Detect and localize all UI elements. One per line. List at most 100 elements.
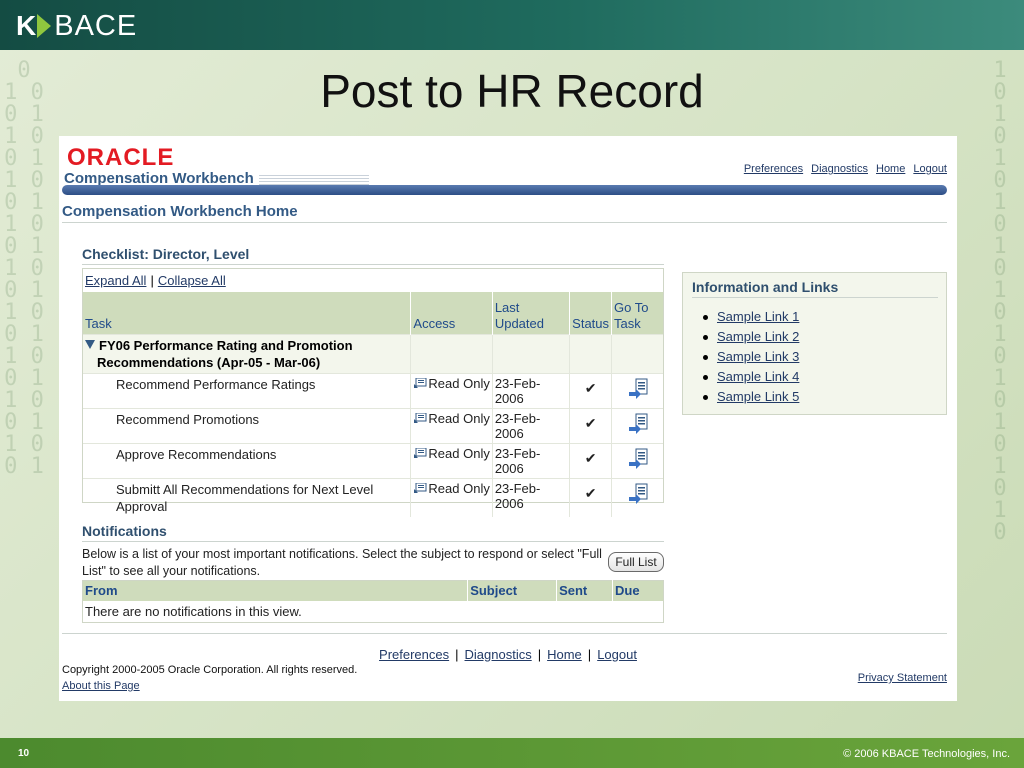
slide-title: Post to HR Record <box>320 65 704 117</box>
logo-arrow-icon <box>37 14 52 38</box>
list-item: Sample Link 1 <box>702 307 799 327</box>
table-row: Submitt All Recommendations for Next Lev… <box>83 477 663 517</box>
collapse-all-link[interactable]: Collapse All <box>158 273 226 288</box>
checklist-table: Task Access Last Updated Status Go To Task… <box>83 292 663 517</box>
access-cell: Read Only <box>410 407 493 443</box>
information-links-box: Information and Links Sample Link 1 Samp… <box>682 272 947 415</box>
checklist-table-region: Expand All | Collapse All Task Access La… <box>82 268 664 517</box>
sample-link-1[interactable]: Sample Link 1 <box>717 309 799 324</box>
goto-task-cell <box>611 442 663 478</box>
read-only-icon <box>414 482 427 493</box>
access-cell: Read Only <box>410 442 493 478</box>
last-updated-value: 23-Feb-2006 <box>491 407 570 443</box>
goto-line1: Go To <box>614 299 649 315</box>
goto-task-cell <box>611 407 663 443</box>
app-screenshot-panel: ORACLE Compensation Workbench Preference… <box>59 136 957 701</box>
read-only-icon <box>414 377 427 388</box>
empty-cell <box>569 333 612 373</box>
goto-task-icon[interactable] <box>627 378 649 400</box>
global-link-diagnostics[interactable]: Diagnostics <box>811 163 868 175</box>
slide-copyright: © 2006 KBACE Technologies, Inc. <box>843 748 1010 760</box>
goto-task-icon[interactable] <box>627 483 649 505</box>
column-header-task: Task <box>83 292 411 334</box>
access-value: Read Only <box>428 375 490 391</box>
expand-all-link[interactable]: Expand All <box>85 273 146 288</box>
last-updated-line1: Last <box>494 299 520 315</box>
table-row: Recommend Promotions Read Only 23-Feb-20… <box>83 407 663 443</box>
goto-task-cell <box>611 372 663 408</box>
column-header-due[interactable]: Due <box>612 580 664 601</box>
slide-footer-bar: 10 © 2006 KBACE Technologies, Inc. <box>0 738 1024 768</box>
slide-header-bar: K BACE <box>0 0 1024 50</box>
access-cell: Read Only <box>410 477 493 517</box>
sample-link-2[interactable]: Sample Link 2 <box>717 329 799 344</box>
empty-cell <box>611 333 663 373</box>
branding-stripe <box>259 173 369 185</box>
brand-bar <box>62 185 947 195</box>
footer-link-preferences[interactable]: Preferences <box>379 647 449 662</box>
last-updated-line2: Updated <box>494 315 544 331</box>
logo-wordmark: BACE <box>54 10 138 42</box>
table-header-row: Task Access Last Updated Status Go To Task <box>83 292 663 334</box>
logo-letter-k: K <box>16 10 37 41</box>
last-updated-value: 23-Feb-2006 <box>491 477 570 517</box>
footer-link-logout[interactable]: Logout <box>597 647 637 662</box>
checklist-title: Checklist: Director, Level <box>82 246 250 262</box>
column-header-access: Access <box>410 292 493 334</box>
status-checkmark-icon: ✔ <box>569 407 612 443</box>
status-checkmark-icon: ✔ <box>569 442 612 478</box>
full-list-button[interactable]: Full List <box>608 552 664 572</box>
footer-link-diagnostics[interactable]: Diagnostics <box>465 647 532 662</box>
sample-link-5[interactable]: Sample Link 5 <box>717 389 799 404</box>
privacy-statement-link[interactable]: Privacy Statement <box>858 672 947 684</box>
list-item: Sample Link 2 <box>702 327 799 347</box>
expand-collapse-row: Expand All | Collapse All <box>83 269 663 292</box>
global-link-home[interactable]: Home <box>876 163 905 175</box>
group-toggle[interactable]: FY06 Performance Rating and Promotion Re… <box>83 333 411 373</box>
about-this-page-link[interactable]: About this Page <box>62 680 140 692</box>
divider <box>82 264 664 265</box>
oracle-copyright: Copyright 2000-2005 Oracle Corporation. … <box>62 664 358 676</box>
footer-link-home[interactable]: Home <box>547 647 582 662</box>
goto-task-cell <box>611 477 663 517</box>
notifications-description: Below is a list of your most important n… <box>82 547 602 578</box>
read-only-icon <box>414 412 427 423</box>
divider <box>62 633 947 634</box>
column-header-from[interactable]: From <box>82 580 468 601</box>
list-item: Sample Link 5 <box>702 387 799 407</box>
empty-cell <box>491 333 570 373</box>
info-link-list: Sample Link 1 Sample Link 2 Sample Link … <box>702 307 799 407</box>
notifications-title: Notifications <box>82 523 167 539</box>
task-name: Submitt All Recommendations for Next Lev… <box>83 477 411 517</box>
group-label: FY06 Performance Rating and Promotion Re… <box>97 337 353 370</box>
goto-task-icon[interactable] <box>627 413 649 435</box>
divider <box>82 541 664 542</box>
status-checkmark-icon: ✔ <box>569 477 612 517</box>
goto-task-icon[interactable] <box>627 448 649 470</box>
empty-notifications-message: There are no notifications in this view. <box>85 603 302 619</box>
read-only-icon <box>414 447 427 458</box>
decorative-binary-right: 1 0 1 0 1 0 1 0 1 0 1 0 1 0 1 0 1 0 1 0 … <box>993 58 1007 545</box>
oracle-logo: ORACLE <box>67 144 175 171</box>
column-header-status: Status <box>569 292 612 334</box>
slide-number: 10 <box>18 748 30 759</box>
list-item: Sample Link 4 <box>702 367 799 387</box>
divider <box>692 297 938 298</box>
access-value: Read Only <box>428 445 490 461</box>
access-cell: Read Only <box>410 372 493 408</box>
column-header-subject[interactable]: Subject <box>467 580 557 601</box>
table-row: Recommend Performance Ratings Read Only … <box>83 372 663 408</box>
table-row: Approve Recommendations Read Only 23-Feb… <box>83 442 663 478</box>
sample-link-3[interactable]: Sample Link 3 <box>717 349 799 364</box>
separator: | <box>455 647 459 662</box>
empty-cell <box>410 333 493 373</box>
table-row: There are no notifications in this view. <box>83 601 664 623</box>
task-name: Recommend Promotions <box>83 407 411 443</box>
column-header-sent[interactable]: Sent <box>556 580 613 601</box>
sample-link-4[interactable]: Sample Link 4 <box>717 369 799 384</box>
collapse-triangle-icon <box>85 339 95 349</box>
global-link-preferences[interactable]: Preferences <box>744 163 803 175</box>
separator: | <box>587 647 592 662</box>
global-link-logout[interactable]: Logout <box>913 163 947 175</box>
divider <box>62 222 947 223</box>
